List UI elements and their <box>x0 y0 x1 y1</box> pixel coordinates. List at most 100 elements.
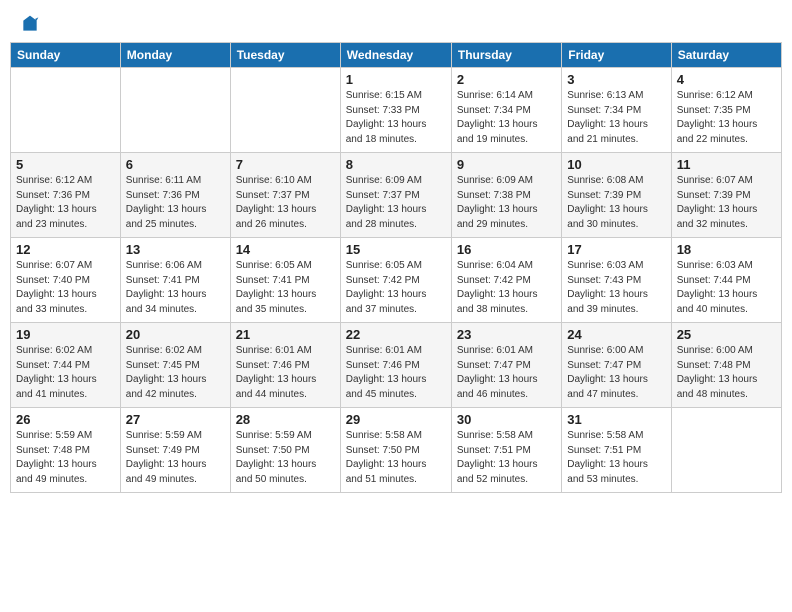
day-number: 26 <box>16 412 115 427</box>
calendar-cell: 27 Sunrise: 5:59 AM Sunset: 7:49 PM Dayli… <box>120 408 230 493</box>
day-info: Sunrise: 6:09 AM Sunset: 7:37 PM Dayligh… <box>346 174 446 232</box>
day-info: Sunrise: 5:58 AM Sunset: 7:50 PM Dayligh… <box>346 429 446 487</box>
weekday-header-sunday: Sunday <box>11 43 121 68</box>
weekday-header-thursday: Thursday <box>451 43 561 68</box>
calendar-cell: 24 Sunrise: 6:00 AM Sunset: 7:47 PM Dayli… <box>562 323 671 408</box>
day-number: 31 <box>567 412 665 427</box>
day-number: 6 <box>126 157 225 172</box>
calendar-cell: 7 Sunrise: 6:10 AM Sunset: 7:37 PM Daylig… <box>230 153 340 238</box>
calendar-cell: 18 Sunrise: 6:03 AM Sunset: 7:44 PM Dayli… <box>671 238 781 323</box>
day-info: Sunrise: 6:02 AM Sunset: 7:44 PM Dayligh… <box>16 344 115 402</box>
calendar-cell <box>11 68 121 153</box>
day-number: 18 <box>677 242 776 257</box>
calendar-cell: 25 Sunrise: 6:00 AM Sunset: 7:48 PM Dayli… <box>671 323 781 408</box>
calendar-cell: 16Sunrise: 6:04 AM Sunset: 7:42 PM Dayli… <box>451 238 561 323</box>
day-number: 27 <box>126 412 225 427</box>
calendar-cell: 22Sunrise: 6:01 AM Sunset: 7:46 PM Dayli… <box>340 323 451 408</box>
day-number: 19 <box>16 327 115 342</box>
calendar-cell: 26 Sunrise: 5:59 AM Sunset: 7:48 PM Dayli… <box>11 408 121 493</box>
day-info: Sunrise: 6:11 AM Sunset: 7:36 PM Dayligh… <box>126 174 225 232</box>
day-info: Sunrise: 6:07 AM Sunset: 7:39 PM Dayligh… <box>677 174 776 232</box>
calendar-table: SundayMondayTuesdayWednesdayThursdayFrid… <box>10 42 782 493</box>
calendar-cell: 2Sunrise: 6:14 AM Sunset: 7:34 PM Daylig… <box>451 68 561 153</box>
day-number: 3 <box>567 72 665 87</box>
day-info: Sunrise: 6:12 AM Sunset: 7:36 PM Dayligh… <box>16 174 115 232</box>
day-info: Sunrise: 5:58 AM Sunset: 7:51 PM Dayligh… <box>457 429 556 487</box>
day-info: Sunrise: 6:06 AM Sunset: 7:41 PM Dayligh… <box>126 259 225 317</box>
day-number: 30 <box>457 412 556 427</box>
calendar-cell <box>230 68 340 153</box>
calendar-cell: 12 Sunrise: 6:07 AM Sunset: 7:40 PM Dayli… <box>11 238 121 323</box>
calendar-cell: 4 Sunrise: 6:12 AM Sunset: 7:35 PM Daylig… <box>671 68 781 153</box>
day-number: 2 <box>457 72 556 87</box>
day-info: Sunrise: 6:09 AM Sunset: 7:38 PM Dayligh… <box>457 174 556 232</box>
calendar-week-3: 12 Sunrise: 6:07 AM Sunset: 7:40 PM Dayli… <box>11 238 782 323</box>
day-number: 1 <box>346 72 446 87</box>
calendar-cell: 10 Sunrise: 6:08 AM Sunset: 7:39 PM Dayli… <box>562 153 671 238</box>
day-number: 9 <box>457 157 556 172</box>
calendar-cell: 13 Sunrise: 6:06 AM Sunset: 7:41 PM Dayli… <box>120 238 230 323</box>
calendar-cell: 30 Sunrise: 5:58 AM Sunset: 7:51 PM Dayli… <box>451 408 561 493</box>
day-number: 16 <box>457 242 556 257</box>
day-info: Sunrise: 5:59 AM Sunset: 7:48 PM Dayligh… <box>16 429 115 487</box>
day-number: 12 <box>16 242 115 257</box>
day-number: 29 <box>346 412 446 427</box>
calendar-cell: 8 Sunrise: 6:09 AM Sunset: 7:37 PM Daylig… <box>340 153 451 238</box>
day-info: Sunrise: 6:02 AM Sunset: 7:45 PM Dayligh… <box>126 344 225 402</box>
calendar-cell: 6 Sunrise: 6:11 AM Sunset: 7:36 PM Daylig… <box>120 153 230 238</box>
calendar-cell: 20 Sunrise: 6:02 AM Sunset: 7:45 PM Dayli… <box>120 323 230 408</box>
day-number: 14 <box>236 242 335 257</box>
day-number: 21 <box>236 327 335 342</box>
day-info: Sunrise: 6:00 AM Sunset: 7:47 PM Dayligh… <box>567 344 665 402</box>
day-number: 20 <box>126 327 225 342</box>
day-info: Sunrise: 6:01 AM Sunset: 7:46 PM Dayligh… <box>236 344 335 402</box>
calendar-cell: 3 Sunrise: 6:13 AM Sunset: 7:34 PM Daylig… <box>562 68 671 153</box>
day-info: Sunrise: 6:03 AM Sunset: 7:44 PM Dayligh… <box>677 259 776 317</box>
page-header <box>10 10 782 34</box>
day-number: 28 <box>236 412 335 427</box>
day-info: Sunrise: 6:05 AM Sunset: 7:41 PM Dayligh… <box>236 259 335 317</box>
calendar-week-4: 19 Sunrise: 6:02 AM Sunset: 7:44 PM Dayli… <box>11 323 782 408</box>
logo-icon <box>20 14 40 34</box>
day-info: Sunrise: 6:00 AM Sunset: 7:48 PM Dayligh… <box>677 344 776 402</box>
calendar-cell: 19 Sunrise: 6:02 AM Sunset: 7:44 PM Dayli… <box>11 323 121 408</box>
day-info: Sunrise: 6:12 AM Sunset: 7:35 PM Dayligh… <box>677 89 776 147</box>
day-number: 10 <box>567 157 665 172</box>
calendar-cell: 11 Sunrise: 6:07 AM Sunset: 7:39 PM Dayli… <box>671 153 781 238</box>
day-info: Sunrise: 5:58 AM Sunset: 7:51 PM Dayligh… <box>567 429 665 487</box>
calendar-cell: 1Sunrise: 6:15 AM Sunset: 7:33 PM Daylig… <box>340 68 451 153</box>
day-info: Sunrise: 6:13 AM Sunset: 7:34 PM Dayligh… <box>567 89 665 147</box>
day-info: Sunrise: 6:03 AM Sunset: 7:43 PM Dayligh… <box>567 259 665 317</box>
day-info: Sunrise: 6:08 AM Sunset: 7:39 PM Dayligh… <box>567 174 665 232</box>
calendar-week-1: 1Sunrise: 6:15 AM Sunset: 7:33 PM Daylig… <box>11 68 782 153</box>
calendar-cell: 9 Sunrise: 6:09 AM Sunset: 7:38 PM Daylig… <box>451 153 561 238</box>
calendar-cell: 28 Sunrise: 5:59 AM Sunset: 7:50 PM Dayli… <box>230 408 340 493</box>
day-info: Sunrise: 5:59 AM Sunset: 7:49 PM Dayligh… <box>126 429 225 487</box>
day-info: Sunrise: 6:07 AM Sunset: 7:40 PM Dayligh… <box>16 259 115 317</box>
calendar-cell: 29 Sunrise: 5:58 AM Sunset: 7:50 PM Dayli… <box>340 408 451 493</box>
day-number: 17 <box>567 242 665 257</box>
day-number: 24 <box>567 327 665 342</box>
calendar-cell <box>120 68 230 153</box>
day-number: 13 <box>126 242 225 257</box>
calendar-cell: 31 Sunrise: 5:58 AM Sunset: 7:51 PM Dayli… <box>562 408 671 493</box>
weekday-header-friday: Friday <box>562 43 671 68</box>
day-number: 23 <box>457 327 556 342</box>
calendar-cell: 21 Sunrise: 6:01 AM Sunset: 7:46 PM Dayli… <box>230 323 340 408</box>
day-info: Sunrise: 5:59 AM Sunset: 7:50 PM Dayligh… <box>236 429 335 487</box>
day-info: Sunrise: 6:10 AM Sunset: 7:37 PM Dayligh… <box>236 174 335 232</box>
day-number: 8 <box>346 157 446 172</box>
day-number: 25 <box>677 327 776 342</box>
day-number: 15 <box>346 242 446 257</box>
day-info: Sunrise: 6:01 AM Sunset: 7:47 PM Dayligh… <box>457 344 556 402</box>
calendar-cell: 23 Sunrise: 6:01 AM Sunset: 7:47 PM Dayli… <box>451 323 561 408</box>
calendar-cell: 17 Sunrise: 6:03 AM Sunset: 7:43 PM Dayli… <box>562 238 671 323</box>
logo <box>18 14 40 30</box>
day-number: 7 <box>236 157 335 172</box>
calendar-cell <box>671 408 781 493</box>
weekday-header-tuesday: Tuesday <box>230 43 340 68</box>
day-number: 4 <box>677 72 776 87</box>
calendar-header-row: SundayMondayTuesdayWednesdayThursdayFrid… <box>11 43 782 68</box>
weekday-header-wednesday: Wednesday <box>340 43 451 68</box>
day-number: 11 <box>677 157 776 172</box>
